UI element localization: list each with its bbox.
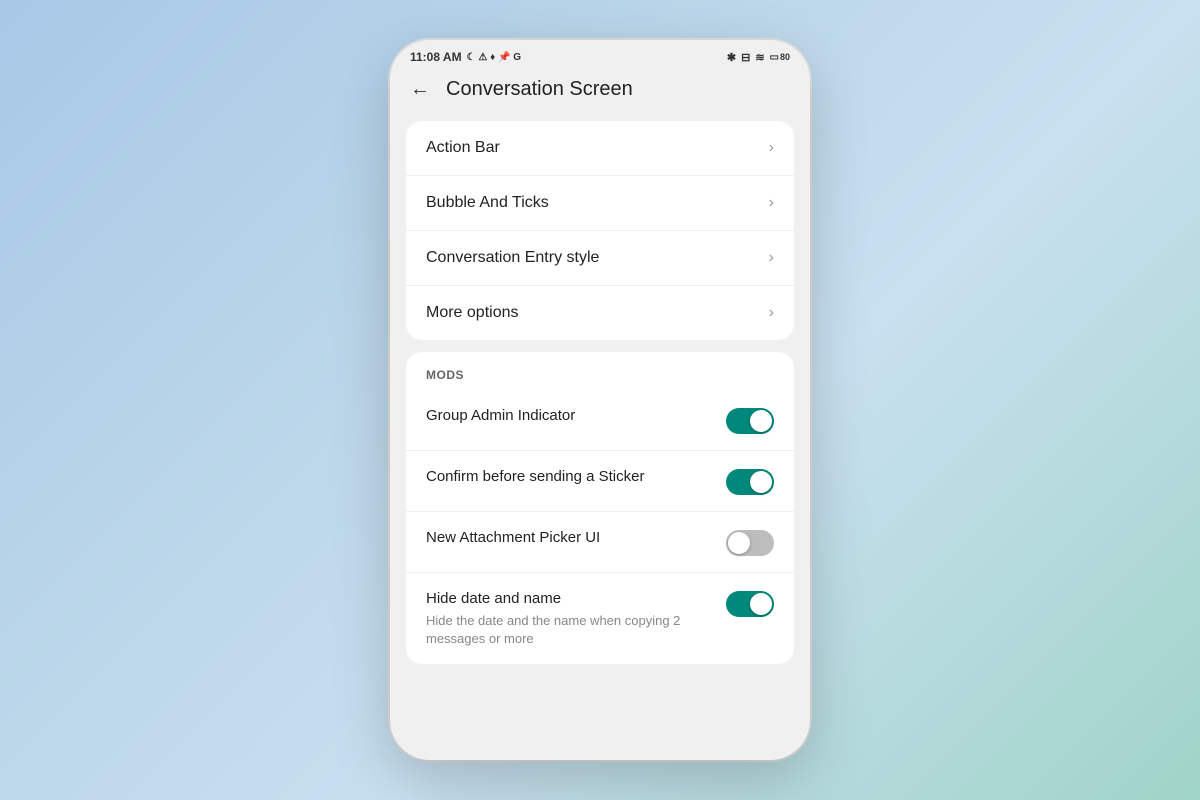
toggle-knob-confirm-sticker: [750, 471, 772, 493]
status-time: 11:08 AM ☾ ⚠ ♦ 📌 G: [410, 50, 521, 64]
nav-bar: ← Conversation Screen: [390, 70, 810, 113]
menu-item-conversation-entry[interactable]: Conversation Entry style ›: [406, 231, 794, 286]
phone-frame: 11:08 AM ☾ ⚠ ♦ 📌 G ✱ ⊟ ≋ ▭80 ← Conversat…: [390, 40, 810, 760]
chevron-icon-bubble-ticks: ›: [769, 194, 774, 212]
toggle-knob-hide-date: [750, 593, 772, 615]
mods-section-label: MODS: [426, 368, 464, 382]
menu-item-more-options[interactable]: More options ›: [406, 286, 794, 340]
battery-icon: ▭80: [770, 52, 790, 63]
toggle-knob-attachment-picker: [728, 532, 750, 554]
status-icons-left: ☾ ⚠ ♦ 📌 G: [467, 52, 521, 63]
toggle-title-hide-date: Hide date and name: [426, 589, 714, 609]
toggle-item-hide-date: Hide date and name Hide the date and the…: [406, 573, 794, 664]
menu-label-action-bar: Action Bar: [426, 139, 500, 157]
chevron-icon-conversation-entry: ›: [769, 249, 774, 267]
toggle-text-attachment-picker: New Attachment Picker UI: [426, 528, 726, 548]
mods-card: MODS Group Admin Indicator Confirm befor…: [406, 352, 794, 664]
toggle-item-attachment-picker: New Attachment Picker UI: [406, 512, 794, 573]
toggle-item-group-admin: Group Admin Indicator: [406, 390, 794, 451]
menu-label-bubble-ticks: Bubble And Ticks: [426, 194, 549, 212]
content-area: Action Bar › Bubble And Ticks › Conversa…: [390, 113, 810, 760]
menu-item-action-bar[interactable]: Action Bar ›: [406, 121, 794, 176]
page-title: Conversation Screen: [446, 78, 633, 101]
toggle-confirm-sticker[interactable]: [726, 469, 774, 495]
screenshot-icon: ⊟: [741, 51, 750, 64]
menu-item-bubble-ticks[interactable]: Bubble And Ticks ›: [406, 176, 794, 231]
status-bar: 11:08 AM ☾ ⚠ ♦ 📌 G ✱ ⊟ ≋ ▭80: [390, 40, 810, 70]
toggle-hide-date[interactable]: [726, 591, 774, 617]
back-button[interactable]: ←: [410, 78, 430, 101]
toggle-attachment-picker[interactable]: [726, 530, 774, 556]
bluetooth-icon: ✱: [727, 51, 736, 64]
wifi-icon: ≋: [755, 51, 764, 64]
menu-card: Action Bar › Bubble And Ticks › Conversa…: [406, 121, 794, 340]
toggle-title-confirm-sticker: Confirm before sending a Sticker: [426, 467, 714, 487]
toggle-knob-group-admin: [750, 410, 772, 432]
toggle-item-confirm-sticker: Confirm before sending a Sticker: [406, 451, 794, 512]
mods-header: MODS: [406, 352, 794, 390]
toggle-text-hide-date: Hide date and name Hide the date and the…: [426, 589, 726, 648]
status-icons-right: ✱ ⊟ ≋ ▭80: [727, 51, 790, 64]
menu-label-more-options: More options: [426, 304, 519, 322]
toggle-title-attachment-picker: New Attachment Picker UI: [426, 528, 714, 548]
toggle-text-confirm-sticker: Confirm before sending a Sticker: [426, 467, 726, 487]
toggle-text-group-admin: Group Admin Indicator: [426, 406, 726, 426]
toggle-subtitle-hide-date: Hide the date and the name when copying …: [426, 612, 714, 648]
chevron-icon-action-bar: ›: [769, 139, 774, 157]
toggle-group-admin[interactable]: [726, 408, 774, 434]
chevron-icon-more-options: ›: [769, 304, 774, 322]
menu-label-conversation-entry: Conversation Entry style: [426, 249, 599, 267]
toggle-title-group-admin: Group Admin Indicator: [426, 406, 714, 426]
